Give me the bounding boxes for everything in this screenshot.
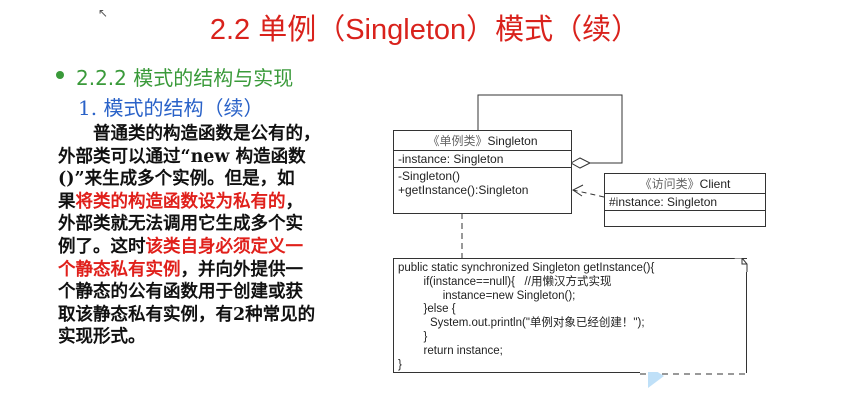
code-note: public static synchronized Singleton get… [393, 258, 748, 373]
dependency-arrowhead-icon [572, 184, 584, 197]
singleton-name: Singleton [487, 134, 538, 148]
client-stereotype: 《访问类》 [639, 177, 700, 191]
singleton-stereotype: 《单例类》 [427, 134, 488, 148]
singleton-method: +getInstance():Singleton [398, 183, 529, 197]
client-class-box: 《访问类》Client #instance: Singleton [604, 173, 766, 227]
client-attribute: #instance: Singleton [605, 194, 765, 211]
singleton-class-box: 《单例类》Singleton -instance: Singleton -Sin… [393, 130, 572, 214]
aggregation-diamond-icon [569, 157, 592, 169]
note-corner-fold-icon [734, 258, 748, 272]
singleton-attribute: -instance: Singleton [394, 151, 571, 168]
code-line: if(instance==null){ //用懒汉方式实现 [398, 275, 612, 288]
code-line: System.out.println("单例对象已经创建！"); [398, 317, 645, 330]
code-line: instance=new Singleton(); [398, 289, 576, 302]
code-line: return instance; [398, 344, 503, 357]
code-line: }else { [398, 303, 456, 316]
code-line: } [398, 330, 428, 343]
code-line: public static synchronized Singleton get… [398, 262, 655, 274]
singleton-method: -Singleton() [398, 169, 461, 183]
code-line: } [398, 358, 402, 371]
client-name: Client [699, 177, 731, 191]
